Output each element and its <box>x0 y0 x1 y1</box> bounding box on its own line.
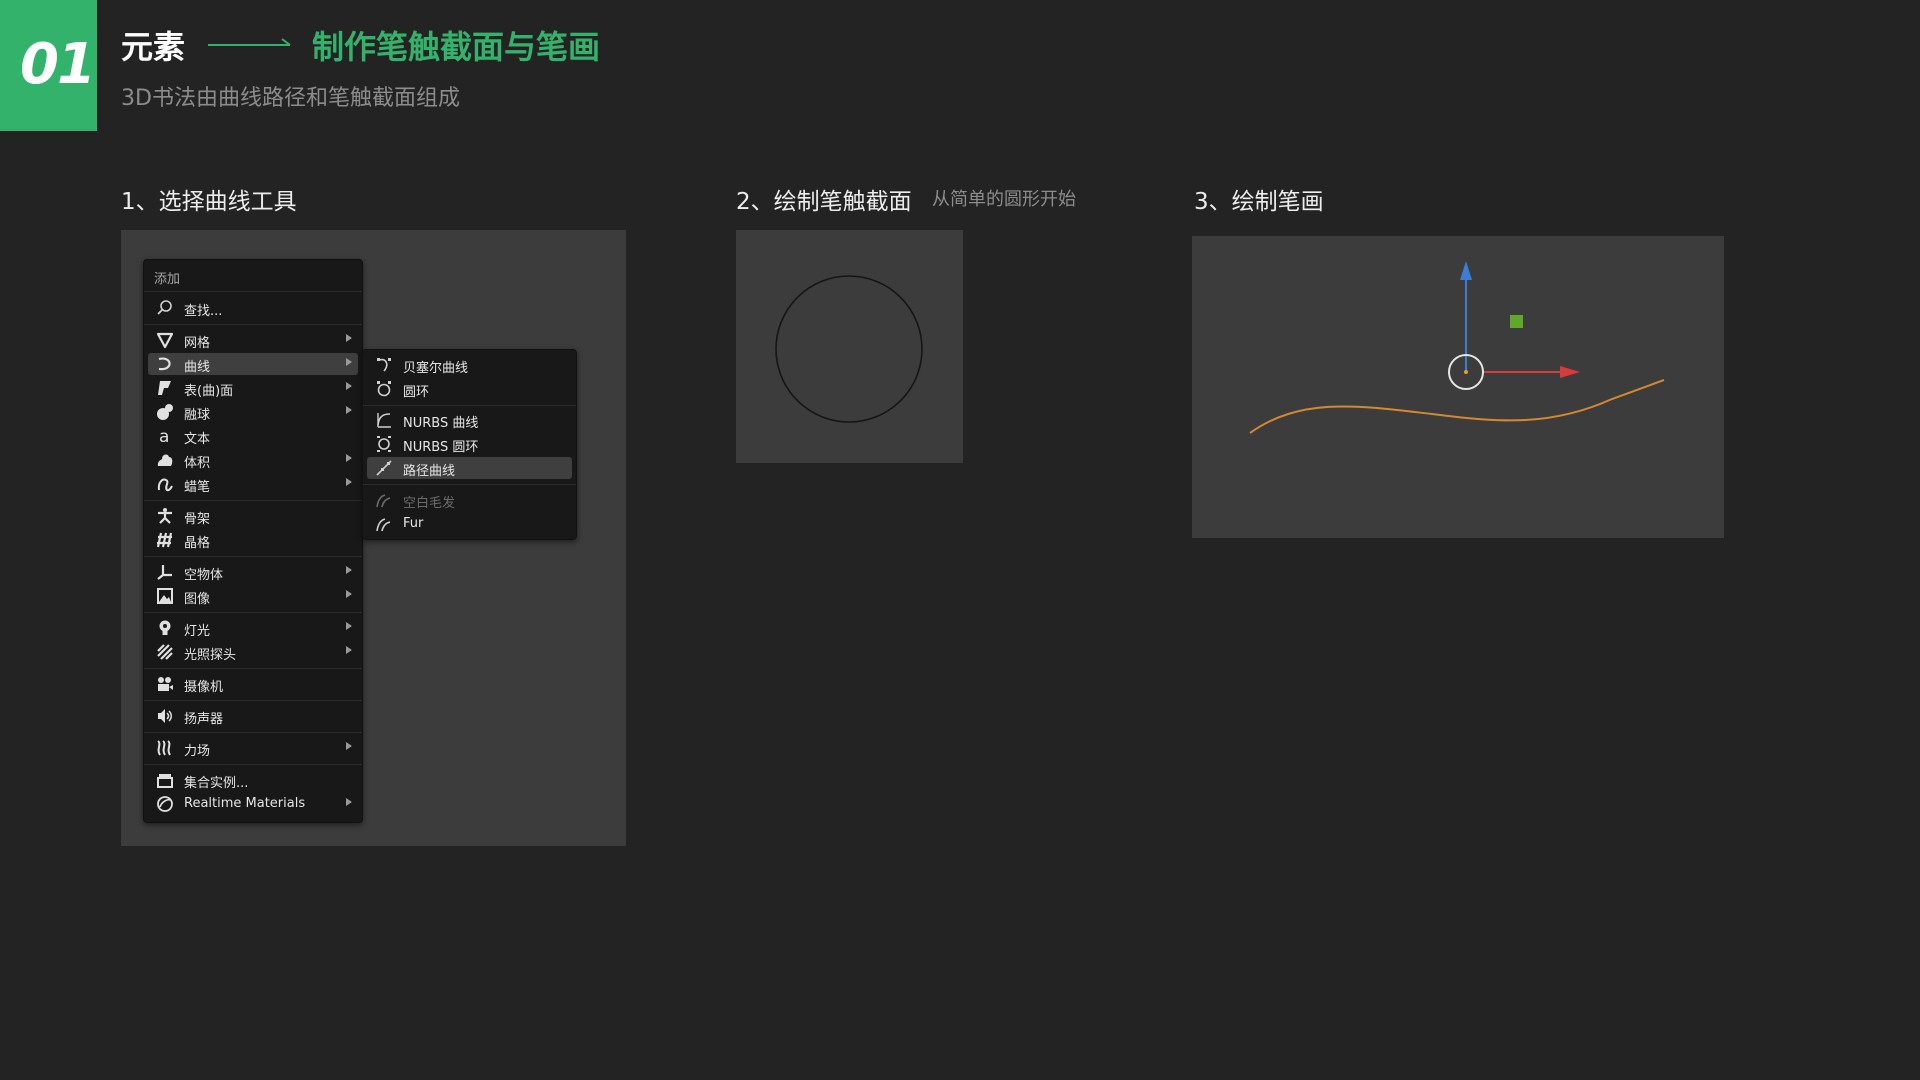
bezier-curve-icon <box>377 358 391 372</box>
menu-item-speaker[interactable]: 扬声器 <box>148 705 358 727</box>
axis-y-arrow-icon[interactable] <box>1460 261 1472 280</box>
submenu-item-nurbs-circle[interactable]: NURBS 圆环 <box>367 433 572 455</box>
grease-pencil-icon <box>157 478 173 492</box>
menu-item-lattice[interactable]: 晶格 <box>148 529 358 551</box>
volume-icon <box>157 454 173 466</box>
bezier-circle-icon <box>377 381 391 397</box>
step-2-title: 2、绘制笔触截面 <box>736 189 912 215</box>
plane-handle-square[interactable] <box>1510 315 1523 328</box>
text-icon: a <box>159 427 169 447</box>
section-highlight-title: 制作笔触截面与笔画 <box>312 28 601 66</box>
force-field-icon <box>157 740 171 756</box>
submenu-item-fur[interactable]: Fur <box>367 513 572 535</box>
menu-item-empty[interactable]: 空物体 <box>148 561 358 583</box>
submenu-item-path-curve[interactable]: 路径曲线 <box>367 457 572 479</box>
submenu-item-bezier[interactable]: 贝塞尔曲线 <box>367 354 572 376</box>
nurbs-curve-icon <box>377 413 391 428</box>
light-probe-icon <box>157 644 173 660</box>
speaker-icon <box>158 709 172 723</box>
menu-item-surface[interactable]: 表(曲)面 <box>148 377 358 399</box>
section-number: 01 <box>20 32 96 97</box>
svg-text:a: a <box>159 427 169 447</box>
axis-x-arrow-icon[interactable] <box>1560 366 1580 378</box>
menu-item-collection-instance[interactable]: 集合实例... <box>148 769 358 791</box>
section-subtitle: 3D书法由曲线路径和笔触截面组成 <box>121 86 460 111</box>
curve-icon <box>158 357 171 371</box>
light-icon <box>159 620 171 635</box>
submenu-item-nurbs-curve[interactable]: NURBS 曲线 <box>367 409 572 431</box>
section-number-badge: 01 <box>0 0 97 131</box>
submenu-item-empty-hair: 空白毛发 <box>367 489 572 511</box>
origin-point <box>1464 370 1468 374</box>
search-menu-item[interactable]: 查找... <box>148 297 358 319</box>
nurbs-circle-icon <box>377 436 391 452</box>
menu-item-curve[interactable]: 曲线 <box>148 353 358 375</box>
menu-item-grease-pencil[interactable]: 蜡笔 <box>148 473 358 495</box>
menu-item-metaball[interactable]: 融球 <box>148 401 358 423</box>
metaball-icon <box>157 404 173 420</box>
menu-item-force-field[interactable]: 力场 <box>148 737 358 759</box>
mesh-icon <box>156 332 174 349</box>
step-3-viewport <box>1192 236 1724 538</box>
lattice-icon <box>156 532 173 548</box>
hair-icon <box>376 494 391 508</box>
menu-item-text[interactable]: a 文本 <box>148 425 358 447</box>
menu-item-light-probe[interactable]: 光照探头 <box>148 641 358 663</box>
path-curve-icon <box>376 460 392 476</box>
menu-item-volume[interactable]: 体积 <box>148 449 358 471</box>
stroke-cross-section-circle <box>775 275 923 423</box>
step-1-title: 1、选择曲线工具 <box>121 189 297 215</box>
step-2-viewport <box>736 230 963 463</box>
menu-item-light[interactable]: 灯光 <box>148 617 358 639</box>
menu-item-realtime-materials[interactable]: Realtime Materials <box>148 793 358 815</box>
long-arrow-icon <box>208 38 291 46</box>
stroke-path-curve <box>1249 379 1665 434</box>
fur-icon <box>376 518 391 532</box>
curve-submenu: 贝塞尔曲线 圆环 NURBS 曲线 NURBS 圆环 路径曲线 空白毛发 Fur <box>362 349 577 540</box>
section-title: 元素 <box>121 28 186 66</box>
menu-item-camera[interactable]: 摄像机 <box>148 673 358 695</box>
material-sphere-icon <box>157 796 173 812</box>
collection-icon <box>157 774 173 788</box>
stroke-path-drawing <box>1249 261 1665 434</box>
menu-item-armature[interactable]: 骨架 <box>148 505 358 527</box>
step-3-title: 3、绘制笔画 <box>1194 189 1324 215</box>
add-menu-header: 添加 <box>154 272 181 287</box>
surface-icon <box>158 381 171 395</box>
add-menu: 添加 查找... 网格 曲线 表(曲)面 融球 a 文本 体积 蜡笔 骨架 晶格 <box>143 259 363 823</box>
image-icon <box>157 588 173 604</box>
search-icon <box>157 300 172 315</box>
empty-icon <box>157 565 172 580</box>
submenu-item-circle[interactable]: 圆环 <box>367 378 572 400</box>
camera-icon <box>158 677 173 691</box>
armature-icon <box>158 508 172 524</box>
step-2-note: 从简单的圆形开始 <box>932 189 1076 210</box>
menu-item-image[interactable]: 图像 <box>148 585 358 607</box>
menu-item-mesh[interactable]: 网格 <box>148 329 358 351</box>
